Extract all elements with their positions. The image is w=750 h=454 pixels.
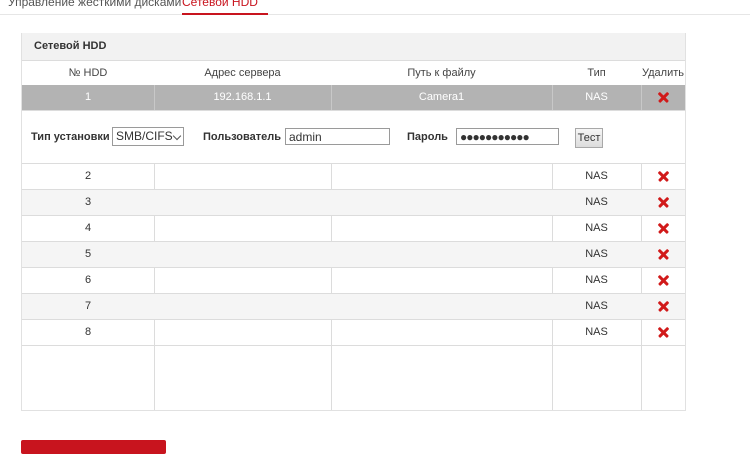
mount-type-select[interactable]: SMB/CIFS — [112, 127, 184, 146]
file-path — [331, 164, 552, 189]
server-address — [154, 164, 331, 189]
delete-icon[interactable] — [658, 249, 669, 260]
table-row[interactable]: 8 NAS — [22, 320, 685, 346]
user-label: Пользователь — [203, 131, 282, 143]
delete-icon[interactable] — [658, 197, 669, 208]
header-hdd-number: № HDD — [68, 67, 108, 79]
panel-title: Сетевой HDD — [34, 40, 107, 52]
hdd-number: 5 — [84, 248, 92, 260]
server-address — [154, 216, 331, 241]
chevron-down-icon — [172, 131, 182, 141]
table-row[interactable]: 2 NAS — [22, 164, 685, 190]
table-row[interactable]: 5 NAS — [22, 242, 685, 268]
save-button[interactable] — [21, 440, 166, 454]
nas-config-row: Тип установки SMB/CIFS Пользователь admi… — [22, 111, 685, 164]
panel-header: Сетевой HDD — [22, 33, 685, 60]
delete-icon[interactable] — [658, 327, 669, 338]
header-server-address: Адрес сервера — [204, 67, 281, 79]
hdd-number: 2 — [84, 170, 92, 182]
hdd-type: NAS — [585, 91, 608, 103]
delete-icon[interactable] — [658, 275, 669, 286]
delete-icon[interactable] — [658, 301, 669, 312]
test-button[interactable]: Тест — [575, 128, 603, 148]
server-address — [154, 294, 331, 319]
delete-cell — [641, 268, 685, 293]
header-delete: Удалить — [642, 67, 684, 79]
file-path — [331, 294, 552, 319]
delete-icon[interactable] — [658, 92, 669, 103]
tab-network-hdd[interactable]: Сетевой HDD — [182, 0, 268, 15]
header-type: Тип — [587, 67, 606, 79]
table-row[interactable]: 4 NAS — [22, 216, 685, 242]
table-row-selected[interactable]: 1 192.168.1.1 Camera1 NAS — [22, 85, 685, 111]
hdd-number: 1 — [84, 91, 92, 103]
user-input[interactable]: admin — [285, 128, 390, 145]
delete-cell — [641, 216, 685, 241]
file-path: Camera1 — [418, 91, 465, 103]
delete-icon[interactable] — [658, 223, 669, 234]
delete-cell — [641, 294, 685, 319]
server-address — [154, 190, 331, 215]
file-path — [331, 320, 552, 345]
delete-cell — [641, 190, 685, 215]
server-address: 192.168.1.1 — [213, 91, 272, 103]
hdd-type: NAS — [585, 300, 608, 312]
hdd-type: NAS — [585, 170, 608, 182]
hdd-type: NAS — [585, 222, 608, 234]
tab-bar: Управление жесткими дисками Сетевой HDD — [0, 0, 750, 15]
hdd-number: 7 — [84, 300, 92, 312]
mount-type-label: Тип установки — [31, 131, 110, 143]
table-row[interactable]: 7 NAS — [22, 294, 685, 320]
header-file-path: Путь к файлу — [407, 67, 476, 79]
file-path — [331, 268, 552, 293]
hdd-type: NAS — [585, 196, 608, 208]
tab-disk-management[interactable]: Управление жесткими дисками — [8, 0, 181, 14]
delete-cell — [641, 242, 685, 267]
file-path — [331, 216, 552, 241]
delete-icon[interactable] — [658, 171, 669, 182]
delete-cell — [641, 320, 685, 345]
hdd-type: NAS — [585, 274, 608, 286]
server-address — [154, 320, 331, 345]
password-input[interactable]: ●●●●●●●●●●● — [456, 128, 559, 145]
hdd-number: 8 — [84, 326, 92, 338]
table-header: № HDD Адрес сервера Путь к файлу Тип Уда… — [22, 60, 685, 86]
delete-cell — [641, 85, 685, 110]
password-label: Пароль — [407, 131, 448, 143]
hdd-number: 3 — [84, 196, 92, 208]
hdd-type: NAS — [585, 326, 608, 338]
file-path — [331, 242, 552, 267]
delete-cell — [641, 164, 685, 189]
hdd-type: NAS — [585, 248, 608, 260]
table-row[interactable]: 3 NAS — [22, 190, 685, 216]
server-address — [154, 268, 331, 293]
network-hdd-panel: Сетевой HDD № HDD Адрес сервера Путь к ф… — [21, 33, 686, 411]
file-path — [331, 190, 552, 215]
server-address — [154, 242, 331, 267]
hdd-number: 4 — [84, 222, 92, 234]
mount-type-value: SMB/CIFS — [116, 129, 173, 143]
table-row[interactable]: 6 NAS — [22, 268, 685, 294]
hdd-number: 6 — [84, 274, 92, 286]
